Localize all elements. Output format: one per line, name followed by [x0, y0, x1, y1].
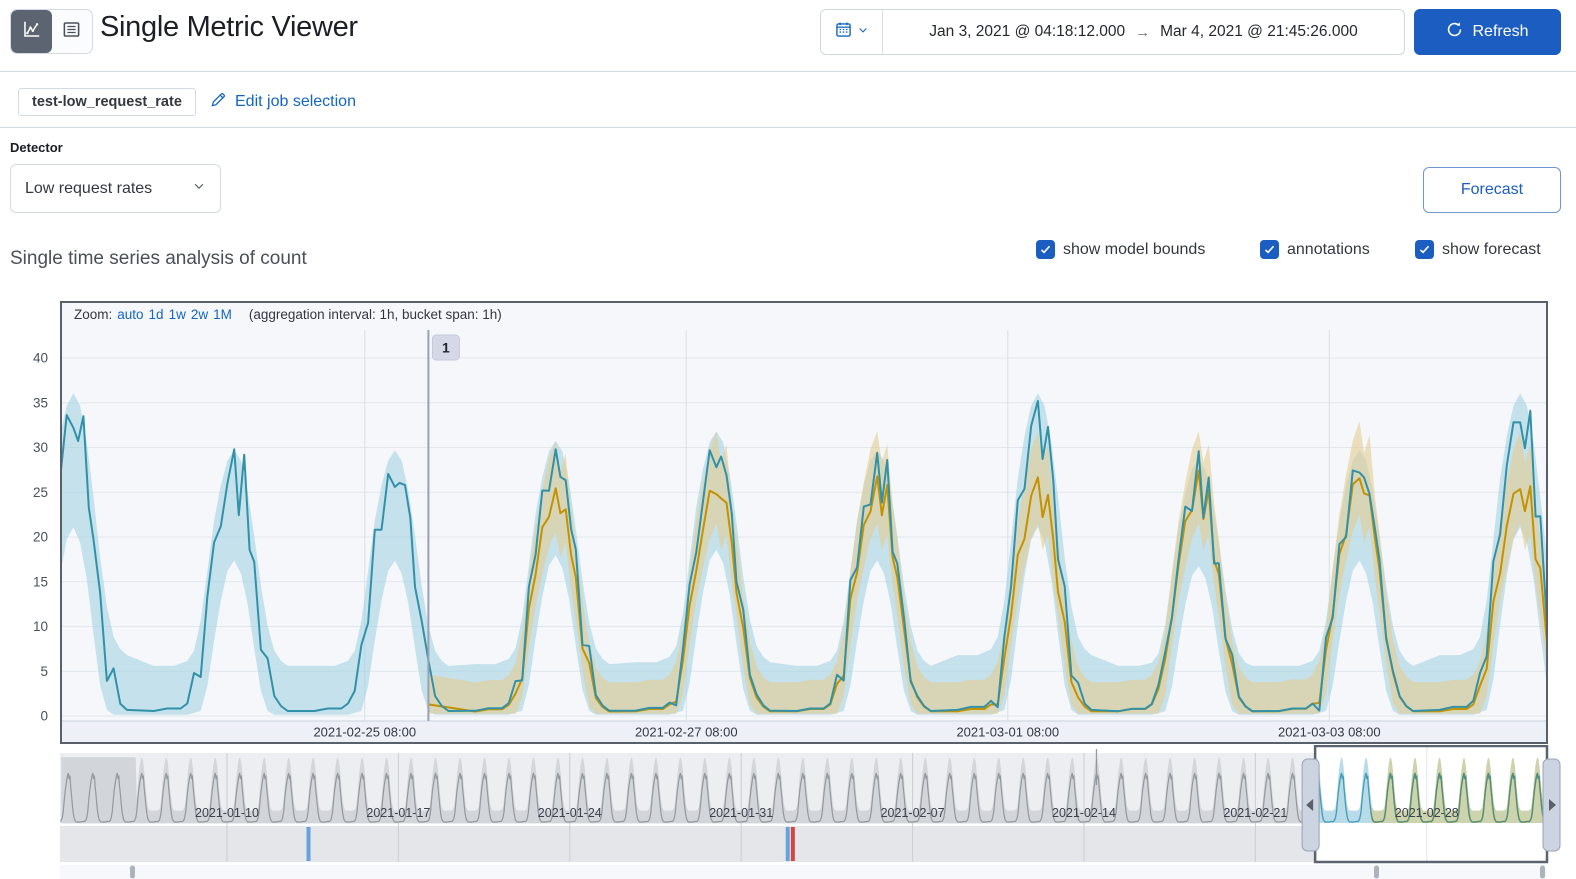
svg-text:30: 30 [33, 440, 48, 455]
drag-handle-pill[interactable] [1374, 865, 1379, 879]
zoom-prefix: Zoom: [74, 307, 113, 322]
toggle-show-model-bounds[interactable]: show model bounds [1036, 240, 1205, 259]
chevron-down-icon [192, 179, 206, 198]
refresh-button[interactable]: Refresh [1414, 9, 1561, 55]
svg-text:5: 5 [40, 664, 48, 679]
detector-select[interactable]: Low request rates [10, 164, 221, 213]
svg-text:10: 10 [33, 619, 48, 634]
svg-text:15: 15 [33, 574, 48, 589]
date-range-start[interactable]: Jan 3, 2021 @ 04:18:12.000 [929, 23, 1125, 41]
edit-job-selection-link[interactable]: Edit job selection [210, 91, 356, 113]
chevron-down-icon [857, 23, 869, 41]
single-metric-viewer-page: Single Metric Viewer Jan 3, 2021 @ 04:18… [0, 0, 1576, 879]
svg-text:20: 20 [33, 530, 48, 545]
date-range-picker: Jan 3, 2021 @ 04:18:12.000 → Mar 4, 2021… [820, 9, 1405, 55]
header-divider [0, 71, 1576, 72]
job-id-badge: test-low_request_rate [18, 88, 196, 116]
arrow-right-icon: → [1135, 23, 1151, 41]
job-bar-divider [0, 127, 1576, 128]
brush-handle-left[interactable] [1301, 758, 1320, 852]
zoom-option-1w[interactable]: 1w [169, 307, 186, 322]
aggregation-note: (aggregation interval: 1h, bucket span: … [248, 307, 502, 322]
checkbox-checked-icon [1415, 240, 1434, 259]
section-heading: Single time series analysis of count [10, 248, 307, 269]
svg-text:2021-02-25 08:00: 2021-02-25 08:00 [313, 725, 416, 740]
table-icon [62, 20, 81, 44]
annotation-badge[interactable]: 1 [431, 334, 460, 361]
refresh-label: Refresh [1472, 23, 1529, 40]
zoom-option-1M[interactable]: 1M [213, 307, 232, 322]
svg-text:2021-02-14: 2021-02-14 [1052, 806, 1116, 820]
svg-text:1: 1 [442, 340, 450, 356]
view-toggle-group [10, 9, 93, 54]
chart-view-button[interactable] [11, 10, 52, 53]
svg-text:25: 25 [33, 485, 48, 500]
focus-time-series-chart[interactable]: 0 5 10 15 20 25 30 35 40 2021-02-25 08:00 2021-02-… [0, 300, 1576, 745]
svg-text:2021-02-27 08:00: 2021-02-27 08:00 [635, 725, 738, 740]
toggle-annotations[interactable]: annotations [1260, 240, 1370, 259]
svg-text:35: 35 [33, 395, 48, 410]
line-chart-icon [22, 20, 41, 44]
forecast-button[interactable]: Forecast [1423, 167, 1561, 213]
zoom-option-1d[interactable]: 1d [149, 307, 164, 322]
svg-text:2021-01-17: 2021-01-17 [366, 806, 430, 820]
brush-handle-right[interactable] [1542, 758, 1561, 852]
svg-text:2021-03-03 08:00: 2021-03-03 08:00 [1278, 725, 1381, 740]
zoom-option-auto[interactable]: auto [117, 307, 143, 322]
checkbox-checked-icon [1260, 240, 1279, 259]
detector-selected-value: Low request rates [25, 179, 153, 197]
svg-text:2021-01-10: 2021-01-10 [195, 806, 259, 820]
svg-text:2021-02-28: 2021-02-28 [1395, 806, 1459, 820]
context-chart-and-swimlane[interactable]: 2021-01-10 2021-01-17 2021-01-24 2021-01-31… [0, 745, 1576, 879]
svg-text:2021-01-24: 2021-01-24 [538, 806, 602, 820]
svg-text:2021-02-07: 2021-02-07 [881, 806, 945, 820]
toggle-show-forecast[interactable]: show forecast [1415, 240, 1541, 259]
pencil-icon [210, 91, 227, 113]
svg-text:2021-03-01 08:00: 2021-03-01 08:00 [956, 725, 1059, 740]
datepicker-quick-menu[interactable] [821, 10, 883, 54]
svg-text:40: 40 [33, 351, 48, 366]
svg-text:2021-01-31: 2021-01-31 [709, 806, 773, 820]
swimlane-annotation-mark[interactable] [790, 827, 795, 861]
toggle-label: show model bounds [1063, 240, 1206, 258]
swimlane-annotation-mark[interactable] [785, 827, 790, 861]
toggle-label: annotations [1287, 240, 1370, 258]
svg-text:2021-02-21: 2021-02-21 [1223, 806, 1287, 820]
swimlane-annotation-mark[interactable] [306, 827, 311, 861]
page-title: Single Metric Viewer [100, 11, 358, 43]
date-range-end[interactable]: Mar 4, 2021 @ 21:45:26.000 [1160, 23, 1358, 41]
detector-label: Detector [10, 140, 63, 155]
table-view-button[interactable] [52, 10, 93, 53]
drag-handle-pill[interactable] [1540, 865, 1545, 879]
edit-job-selection-label: Edit job selection [235, 93, 356, 110]
zoom-controls: Zoom: auto 1d 1w 2w 1M (aggregation inte… [74, 307, 502, 322]
toggle-label: show forecast [1442, 240, 1541, 258]
svg-text:0: 0 [40, 709, 48, 724]
calendar-icon [835, 21, 852, 43]
checkbox-checked-icon [1036, 240, 1055, 259]
zoom-option-2w[interactable]: 2w [191, 307, 208, 322]
drag-handle-pill[interactable] [130, 865, 135, 879]
date-range-display[interactable]: Jan 3, 2021 @ 04:18:12.000 → Mar 4, 2021… [883, 10, 1404, 54]
refresh-icon [1446, 21, 1463, 43]
